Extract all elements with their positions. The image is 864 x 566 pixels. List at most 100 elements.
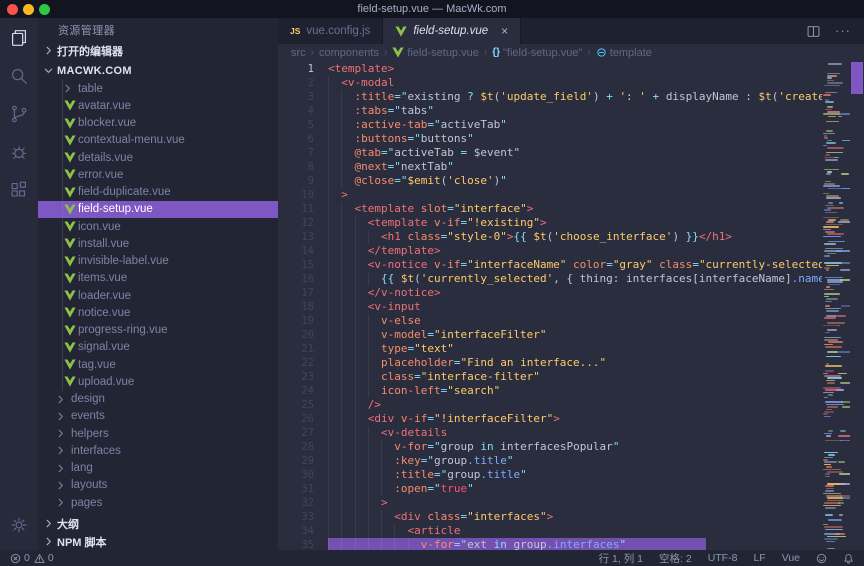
- tree-folder-helpers[interactable]: helpers: [38, 425, 278, 442]
- notifications-icon[interactable]: [843, 553, 854, 564]
- line-number[interactable]: 33: [278, 510, 314, 524]
- scrollbar-thumb[interactable]: [851, 62, 863, 94]
- tree-file-invisible-label-vue[interactable]: invisible-label.vue: [38, 253, 278, 270]
- line-number[interactable]: 9: [278, 174, 314, 188]
- tree-file-avatar-vue[interactable]: avatar.vue: [38, 97, 278, 114]
- code-editor[interactable]: 1<template>2 <v-modal3 :title="existing …: [278, 61, 822, 550]
- breadcrumb-item[interactable]: {}"field-setup.vue": [492, 47, 582, 59]
- line-number[interactable]: 34: [278, 524, 314, 538]
- gear-icon[interactable]: [0, 506, 38, 544]
- line-number[interactable]: 26: [278, 412, 314, 426]
- minimap[interactable]: [822, 61, 850, 550]
- errors-count[interactable]: 0: [10, 552, 30, 564]
- tree-file-error-vue[interactable]: error.vue: [38, 166, 278, 183]
- line-number[interactable]: 10: [278, 188, 314, 202]
- code-line-32[interactable]: >: [328, 496, 822, 510]
- code-line-24[interactable]: icon-left="search": [328, 384, 822, 398]
- tree-folder-pages[interactable]: pages: [38, 494, 278, 511]
- breadcrumb-item[interactable]: src: [291, 47, 306, 59]
- editor-scrollbar[interactable]: [850, 61, 864, 550]
- line-number[interactable]: 14: [278, 244, 314, 258]
- tree-file-blocker-vue[interactable]: blocker.vue: [38, 115, 278, 132]
- tree-file-upload-vue[interactable]: upload.vue: [38, 373, 278, 390]
- code-line-35[interactable]: v-for="ext in group.interfaces": [328, 538, 822, 550]
- tree-file-install-vue[interactable]: install.vue: [38, 235, 278, 252]
- code-line-6[interactable]: :buttons="buttons": [328, 132, 822, 146]
- line-number[interactable]: 2: [278, 76, 314, 90]
- code-line-30[interactable]: :title="group.title": [328, 468, 822, 482]
- status-encoding[interactable]: UTF-8: [708, 552, 738, 564]
- code-line-13[interactable]: <h1 class="style-0">{{ $t('choose_interf…: [328, 230, 822, 244]
- status-eol[interactable]: LF: [753, 552, 765, 564]
- code-line-1[interactable]: <template>: [328, 62, 822, 76]
- explorer-icon[interactable]: [0, 19, 38, 57]
- code-line-33[interactable]: <div class="interfaces">: [328, 510, 822, 524]
- more-actions-icon[interactable]: ···: [835, 28, 851, 34]
- line-number[interactable]: 23: [278, 370, 314, 384]
- line-number[interactable]: 28: [278, 440, 314, 454]
- line-number[interactable]: 17: [278, 286, 314, 300]
- code-line-18[interactable]: <v-input: [328, 300, 822, 314]
- feedback-icon[interactable]: [816, 553, 827, 564]
- code-line-3[interactable]: :title="existing ? $t('update_field') + …: [328, 90, 822, 104]
- tree-file-signal-vue[interactable]: signal.vue: [38, 339, 278, 356]
- code-line-22[interactable]: placeholder="Find an interface...": [328, 356, 822, 370]
- line-number[interactable]: 35: [278, 538, 314, 550]
- tree-file-contextual-menu-vue[interactable]: contextual-menu.vue: [38, 132, 278, 149]
- tab-vue-config-js[interactable]: JSvue.config.js: [278, 18, 383, 44]
- tree-file-items-vue[interactable]: items.vue: [38, 270, 278, 287]
- tree-file-progress-ring-vue[interactable]: progress-ring.vue: [38, 322, 278, 339]
- breadcrumb-item[interactable]: field-setup.vue: [392, 47, 479, 59]
- status-indentation[interactable]: 空格: 2: [659, 551, 692, 566]
- tree-file-icon-vue[interactable]: icon.vue: [38, 218, 278, 235]
- tree-file-field-setup-vue[interactable]: field-setup.vue: [38, 201, 278, 218]
- workspace-root-section[interactable]: MACWK.COM: [38, 61, 278, 80]
- warnings-count[interactable]: 0: [34, 552, 54, 564]
- close-tab-icon[interactable]: ×: [501, 25, 508, 37]
- line-number[interactable]: 18: [278, 300, 314, 314]
- code-line-14[interactable]: </template>: [328, 244, 822, 258]
- line-number[interactable]: 16: [278, 272, 314, 286]
- code-line-34[interactable]: <article: [328, 524, 822, 538]
- code-line-27[interactable]: <v-details: [328, 426, 822, 440]
- line-number[interactable]: 12: [278, 216, 314, 230]
- code-line-21[interactable]: type="text": [328, 342, 822, 356]
- line-number[interactable]: 21: [278, 342, 314, 356]
- npm-scripts-section[interactable]: NPM 脚本: [38, 532, 278, 550]
- split-editor-icon[interactable]: [807, 25, 820, 38]
- line-number[interactable]: 20: [278, 328, 314, 342]
- line-number[interactable]: 29: [278, 454, 314, 468]
- line-number[interactable]: 3: [278, 90, 314, 104]
- line-number[interactable]: 13: [278, 230, 314, 244]
- line-number[interactable]: 30: [278, 468, 314, 482]
- line-number[interactable]: 1: [278, 62, 314, 76]
- tab-field-setup-vue[interactable]: field-setup.vue×: [383, 18, 521, 44]
- code-line-17[interactable]: </v-notice>: [328, 286, 822, 300]
- code-line-28[interactable]: v-for="group in interfacesPopular": [328, 440, 822, 454]
- line-number[interactable]: 11: [278, 202, 314, 216]
- code-line-31[interactable]: :open="true": [328, 482, 822, 496]
- tree-folder-table[interactable]: table: [38, 80, 278, 97]
- line-number[interactable]: 6: [278, 132, 314, 146]
- code-line-16[interactable]: {{ $t('currently_selected', { thing: int…: [328, 272, 822, 286]
- tree-folder-events[interactable]: events: [38, 408, 278, 425]
- source-control-icon[interactable]: [0, 95, 38, 133]
- tree-file-tag-vue[interactable]: tag.vue: [38, 356, 278, 373]
- tree-folder-interfaces[interactable]: interfaces: [38, 442, 278, 459]
- open-editors-section[interactable]: 打开的编辑器: [38, 41, 278, 60]
- line-number[interactable]: 25: [278, 398, 314, 412]
- outline-section[interactable]: 大纲: [38, 514, 278, 533]
- code-line-20[interactable]: v-model="interfaceFilter": [328, 328, 822, 342]
- code-line-9[interactable]: @close="$emit('close')": [328, 174, 822, 188]
- debug-icon[interactable]: [0, 133, 38, 171]
- line-number[interactable]: 8: [278, 160, 314, 174]
- line-number[interactable]: 4: [278, 104, 314, 118]
- tree-file-notice-vue[interactable]: notice.vue: [38, 304, 278, 321]
- code-line-5[interactable]: :active-tab="activeTab": [328, 118, 822, 132]
- tree-file-field-duplicate-vue[interactable]: field-duplicate.vue: [38, 184, 278, 201]
- line-number[interactable]: 22: [278, 356, 314, 370]
- code-line-23[interactable]: class="interface-filter": [328, 370, 822, 384]
- line-number[interactable]: 15: [278, 258, 314, 272]
- code-line-19[interactable]: v-else: [328, 314, 822, 328]
- code-line-8[interactable]: @next="nextTab": [328, 160, 822, 174]
